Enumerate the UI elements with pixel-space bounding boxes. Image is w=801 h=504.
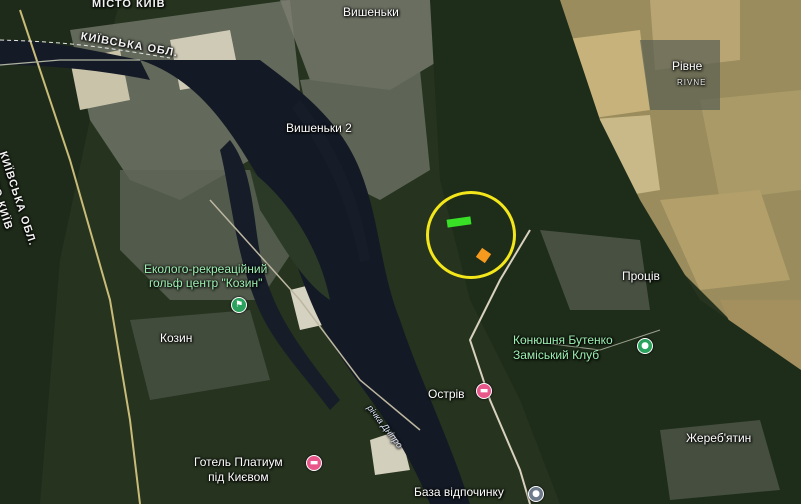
satellite-map[interactable]: МІСТО КИЇВ КИЇВСЬКА ОБЛ. КИЇВСЬКА ОБЛ. М… xyxy=(0,0,801,504)
label-golf-center[interactable]: Еколого-рекреаційний гольф центр "Козин" xyxy=(144,262,267,290)
label-hotel-platium[interactable]: Готель Платиум під Києвом xyxy=(194,455,283,485)
label-kozyn[interactable]: Козин xyxy=(160,331,192,345)
stable-line-1: Конюшня Бутенко xyxy=(513,333,613,347)
hotel-line-2: під Києвом xyxy=(208,470,269,484)
golf-line-2: гольф центр "Козин" xyxy=(148,276,263,290)
park-pin-icon[interactable]: ● xyxy=(637,338,653,354)
label-ostriv[interactable]: Острів xyxy=(428,387,465,401)
label-rivne-latin: RIVNE xyxy=(677,78,707,87)
hotel-bed-icon[interactable]: ▬ xyxy=(306,455,322,471)
label-vyshenky-2[interactable]: Вишеньки 2 xyxy=(286,121,352,135)
golf-flag-icon[interactable]: ⚑ xyxy=(231,297,247,313)
satellite-terrain xyxy=(0,0,801,504)
label-misto-kyiv-top: МІСТО КИЇВ xyxy=(92,0,166,10)
label-protsiv[interactable]: Проців xyxy=(622,269,660,283)
hotel-bed-icon[interactable]: ▬ xyxy=(476,383,492,399)
label-rest-base[interactable]: База відпочинку xyxy=(414,485,504,499)
label-vyshenky[interactable]: Вишеньки xyxy=(343,5,399,19)
stable-line-2: Заміський Клуб xyxy=(513,348,600,362)
label-zherebiatyn[interactable]: Жереб'ятин xyxy=(686,431,751,445)
highlight-circle xyxy=(426,191,516,279)
label-stable-club[interactable]: Конюшня Бутенко Заміський Клуб xyxy=(513,333,613,363)
village-rivne xyxy=(640,40,720,110)
label-rivne[interactable]: Рівне xyxy=(672,59,702,73)
place-pin-icon[interactable]: ● xyxy=(528,486,544,502)
golf-line-1: Еколого-рекреаційний xyxy=(144,262,268,276)
hotel-line-1: Готель Платиум xyxy=(194,455,283,469)
